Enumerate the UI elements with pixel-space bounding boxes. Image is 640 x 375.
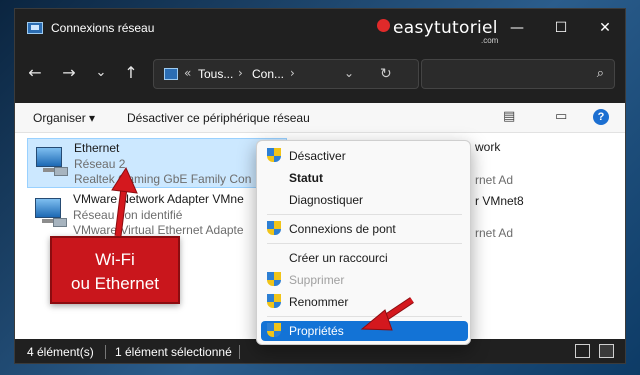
shield-icon <box>267 294 281 310</box>
menu-separator <box>267 243 462 244</box>
selection-count: 1 élément sélectionné <box>115 345 232 359</box>
breadcrumb-separator[interactable]: › <box>238 66 243 80</box>
search-input[interactable]: ⌕ <box>421 59 615 89</box>
organize-button[interactable]: Organiser ▾ <box>33 111 95 125</box>
preview-pane-icon[interactable]: ▭ <box>555 109 567 124</box>
item-device: Realtek Gaming GbE Family Con <box>74 172 252 186</box>
list-item-vmware[interactable]: VMware Network Adapter VMne Réseau non i… <box>27 190 287 240</box>
back-icon[interactable]: ← <box>23 61 47 85</box>
window-title: Connexions réseau <box>51 21 155 35</box>
breadcrumb-overflow[interactable]: « <box>184 66 191 80</box>
shield-icon <box>267 272 281 288</box>
menu-item-label: Statut <box>289 171 323 185</box>
right-item-name[interactable]: r VMnet8 <box>475 194 524 208</box>
right-item-name[interactable]: work <box>475 140 500 154</box>
close-button[interactable]: ✕ <box>583 17 625 41</box>
network-adapter-icon <box>34 145 68 179</box>
shield-icon <box>267 221 281 237</box>
menu-item-label: Connexions de pont <box>289 222 396 236</box>
minimize-button[interactable]: — <box>495 17 539 41</box>
title-bar: Connexions réseau easytutoriel .com — ☐ … <box>15 9 625 47</box>
status-divider <box>105 345 106 359</box>
status-divider <box>239 345 240 359</box>
brand-logo: easytutoriel <box>393 18 498 38</box>
callout-line-2: ou Ethernet <box>71 274 159 293</box>
help-icon[interactable]: ? <box>593 109 609 125</box>
search-icon: ⌕ <box>596 66 604 81</box>
item-status: Réseau 2 <box>74 157 126 171</box>
annotation-callout: Wi-Fi ou Ethernet <box>50 236 180 304</box>
brand-logo-dot <box>377 19 390 32</box>
menu-item-label: Diagnostiquer <box>289 193 364 207</box>
shield-icon <box>267 323 281 339</box>
menu-item-label: Propriétés <box>289 324 344 338</box>
menu-item-disable[interactable]: Désactiver <box>261 146 468 166</box>
refresh-icon[interactable]: ↻ <box>380 66 392 82</box>
breadcrumb-all[interactable]: Tous... <box>198 67 233 81</box>
callout-line-1: Wi-Fi <box>95 250 135 269</box>
breadcrumb-separator[interactable]: › <box>290 66 295 80</box>
item-name: VMware Network Adapter VMne <box>73 192 244 206</box>
shield-icon <box>267 148 281 164</box>
tiles-view-icon[interactable] <box>599 344 614 358</box>
list-item-ethernet[interactable]: Ethernet Réseau 2 Realtek Gaming GbE Fam… <box>27 138 287 188</box>
forward-icon[interactable]: → <box>57 61 81 85</box>
menu-separator <box>267 214 462 215</box>
menu-item-create-shortcut[interactable]: Créer un raccourci <box>261 248 468 268</box>
item-device: VMware Virtual Ethernet Adapte <box>73 223 244 237</box>
item-status: Réseau non identifié <box>73 208 183 222</box>
menu-item-rename[interactable]: Renommer <box>261 292 468 312</box>
menu-item-diagnose[interactable]: Diagnostiquer <box>261 190 468 210</box>
menu-item-bridge[interactable]: Connexions de pont <box>261 219 468 239</box>
history-chevron-icon[interactable]: ⌄ <box>89 61 113 85</box>
control-panel-icon <box>164 68 178 80</box>
maximize-button[interactable]: ☐ <box>539 17 583 41</box>
up-arrow-icon[interactable]: ↑ <box>119 61 143 85</box>
item-count: 4 élément(s) <box>27 345 94 359</box>
item-name: Ethernet <box>74 141 120 155</box>
menu-item-properties[interactable]: Propriétés <box>261 321 468 341</box>
menu-item-label: Renommer <box>289 295 349 309</box>
navigation-bar: ← → ⌄ ↑ « Tous... › Con... › ⌄ ↻ ⌕ <box>15 47 625 103</box>
menu-separator <box>267 316 462 317</box>
context-menu: Désactiver Statut Diagnostiquer Connexio… <box>256 140 471 345</box>
network-adapter-icon <box>33 196 67 230</box>
menu-item-label: Créer un raccourci <box>289 251 388 265</box>
menu-item-status[interactable]: Statut <box>261 168 468 188</box>
menu-item-label: Supprimer <box>289 273 345 287</box>
details-view-icon[interactable] <box>575 344 590 358</box>
view-options-icon[interactable]: ▤ <box>503 109 515 124</box>
command-bar: Organiser ▾ Désactiver ce périphérique r… <box>15 103 625 133</box>
right-item-device: rnet Ad <box>475 226 514 240</box>
network-connections-icon <box>27 22 43 34</box>
breadcrumb-connections[interactable]: Con... <box>252 67 284 81</box>
address-dropdown-icon[interactable]: ⌄ <box>344 66 354 80</box>
right-item-device: rnet Ad <box>475 173 514 187</box>
address-bar[interactable]: « Tous... › Con... › ⌄ ↻ <box>153 59 419 89</box>
menu-item-delete: Supprimer <box>261 270 468 290</box>
menu-item-label: Désactiver <box>289 149 346 163</box>
disable-device-button[interactable]: Désactiver ce périphérique réseau <box>127 111 310 125</box>
